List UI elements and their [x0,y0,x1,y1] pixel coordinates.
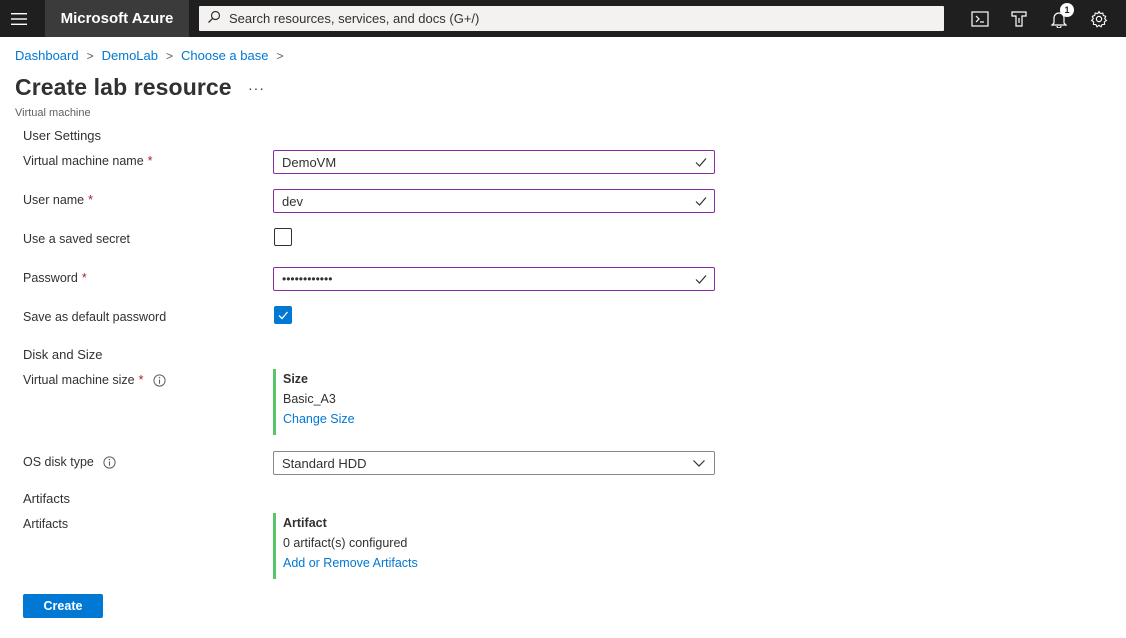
hamburger-menu-icon[interactable] [0,0,37,37]
username-input[interactable]: dev [273,189,715,213]
notification-count-badge: 1 [1060,3,1074,17]
required-marker: * [138,373,144,387]
required-marker: * [88,193,94,207]
username-label-text: User name [23,193,85,207]
info-icon[interactable] [103,455,116,469]
search-icon [207,10,221,27]
os-disk-type-label: OS disk type [23,455,116,469]
breadcrumb-dashboard[interactable]: Dashboard [15,48,79,63]
global-search-box[interactable]: Search resources, services, and docs (G+… [199,6,944,31]
vm-size-label-text: Virtual machine size [23,373,135,387]
required-marker: * [147,154,153,168]
saved-secret-checkbox[interactable] [274,228,292,246]
breadcrumb-separator-icon: > [86,48,94,63]
section-artifacts: Artifacts [23,491,70,506]
info-icon[interactable] [152,373,166,387]
vm-name-input[interactable]: DemoVM [273,150,715,174]
notifications-bell-icon[interactable]: 1 [1046,3,1074,32]
password-label-text: Password [23,271,78,285]
breadcrumb-choose-a-base[interactable]: Choose a base [181,48,268,63]
valid-checkmark-icon [694,194,708,211]
password-value: •••••••••••• [282,272,333,286]
vm-name-value: DemoVM [282,154,337,170]
directory-filter-icon[interactable] [1006,6,1032,32]
size-summary-card: Size Basic_A3 Change Size [273,369,355,435]
artifact-count-value: 0 artifact(s) configured [283,536,408,550]
required-marker: * [81,271,87,285]
breadcrumb-separator-icon: > [276,48,284,63]
vm-name-label-text: Virtual machine name [23,154,144,168]
section-disk-and-size: Disk and Size [23,347,103,362]
checkmark-icon [278,311,288,320]
breadcrumb-separator-icon: > [166,48,174,63]
create-button[interactable]: Create [23,594,103,618]
vm-name-label: Virtual machine name * [23,154,153,168]
saved-secret-label: Use a saved secret [23,232,130,246]
valid-checkmark-icon [694,272,708,289]
top-navigation-bar: Microsoft Azure Search resources, servic… [0,0,1126,37]
add-remove-artifacts-link[interactable]: Add or Remove Artifacts [283,553,418,573]
search-placeholder: Search resources, services, and docs (G+… [229,11,480,26]
os-disk-type-label-text: OS disk type [23,455,94,469]
password-label: Password * [23,271,87,285]
page-title: Create lab resource [15,74,232,100]
settings-gear-icon[interactable] [1086,6,1112,32]
change-size-link[interactable]: Change Size [283,409,355,429]
cloud-shell-icon[interactable] [967,6,993,32]
save-default-password-checkbox[interactable] [274,306,292,324]
azure-portal-brand[interactable]: Microsoft Azure [45,0,189,37]
breadcrumb: Dashboard > DemoLab > Choose a base > [15,48,291,63]
os-disk-type-value: Standard HDD [282,455,367,471]
password-input[interactable]: •••••••••••• [273,267,715,291]
save-default-password-label: Save as default password [23,310,167,324]
section-user-settings: User Settings [23,128,102,143]
artifacts-label: Artifacts [23,517,69,531]
size-card-title: Size [283,372,309,386]
artifact-card-title: Artifact [283,516,327,530]
valid-checkmark-icon [694,155,708,172]
chevron-down-icon [692,456,706,473]
page-subtitle: Virtual machine [15,107,91,119]
vm-size-label: Virtual machine size * [23,373,166,387]
username-value: dev [282,193,303,209]
username-label: User name * [23,193,93,207]
more-options-icon[interactable]: ··· [248,80,265,96]
size-value: Basic_A3 [283,392,336,406]
artifact-summary-card: Artifact 0 artifact(s) configured Add or… [273,513,418,579]
breadcrumb-demolab[interactable]: DemoLab [102,48,158,63]
os-disk-type-dropdown[interactable]: Standard HDD [273,451,715,475]
